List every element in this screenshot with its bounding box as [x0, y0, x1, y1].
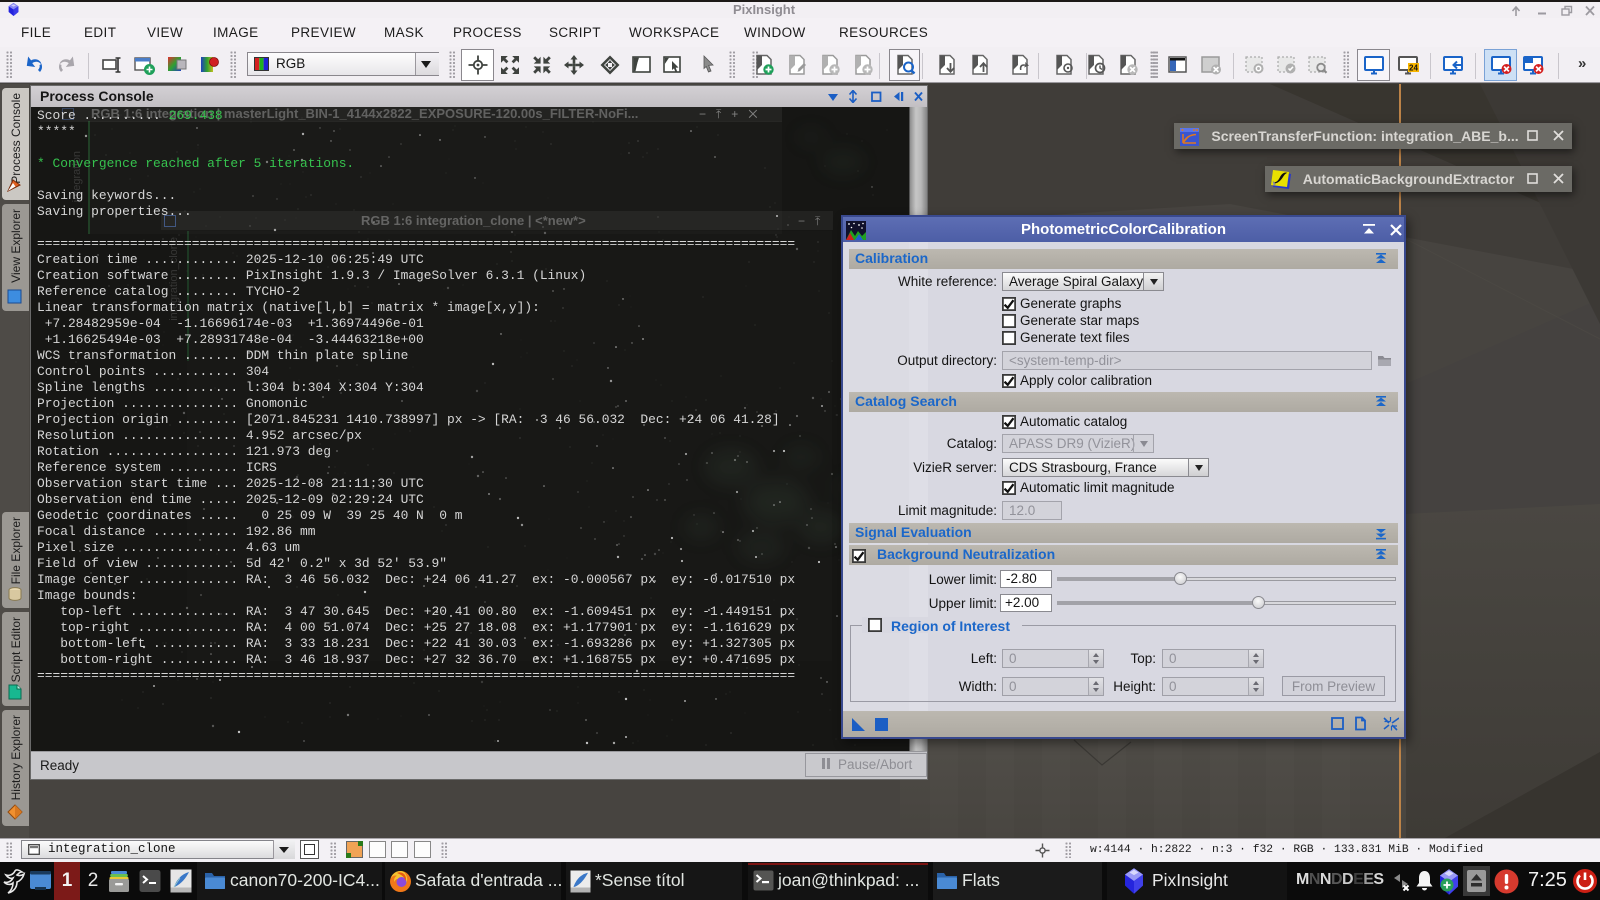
svg-text:24: 24 — [1409, 64, 1418, 73]
